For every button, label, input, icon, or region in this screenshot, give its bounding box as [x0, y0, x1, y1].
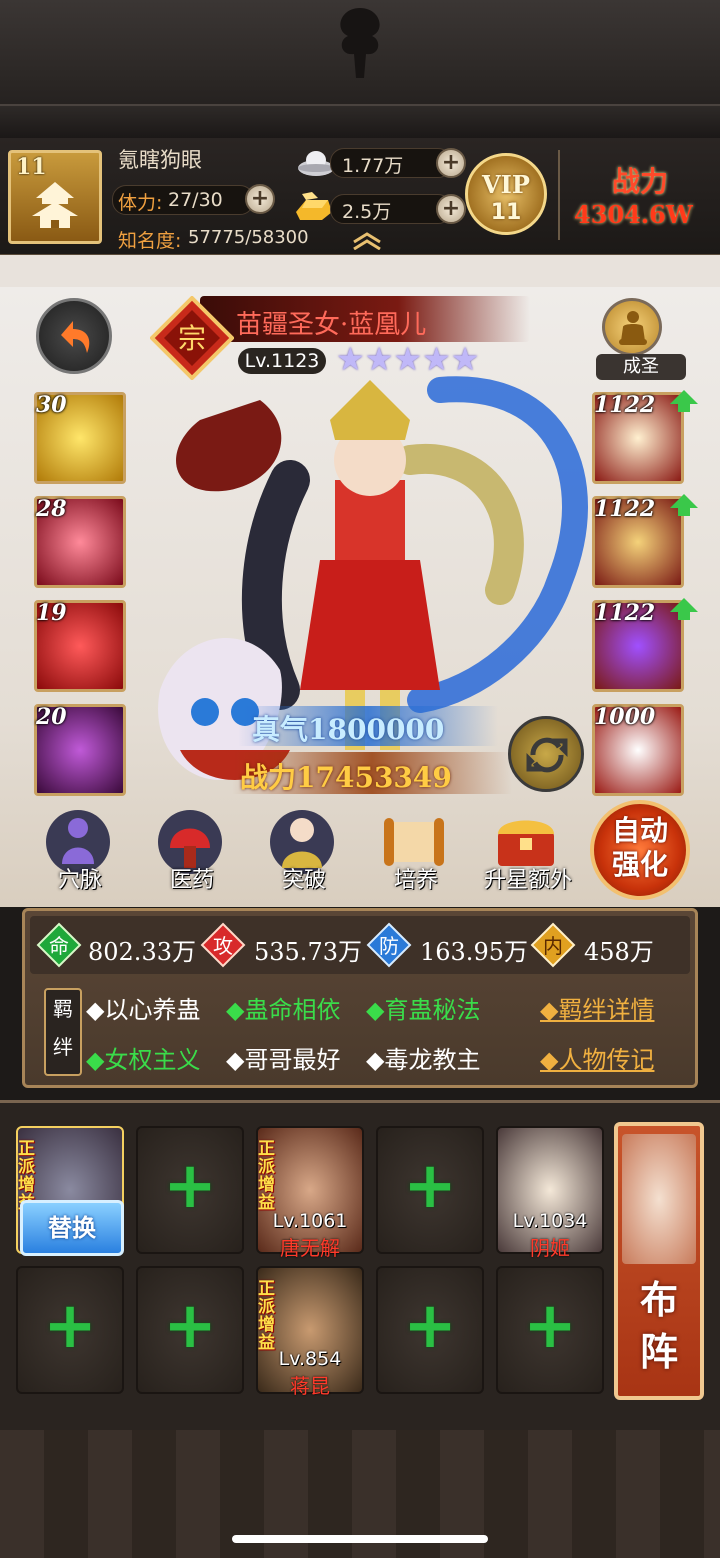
refresh-icon — [526, 737, 568, 773]
silver-amount: 1.77万 — [342, 155, 404, 177]
bond-item: ◆哥哥最好 — [226, 1046, 341, 1074]
breakthrough-label: 突破 — [281, 868, 326, 893]
header-gap — [0, 255, 720, 287]
home-indicator[interactable] — [232, 1535, 488, 1543]
bond-item-active: ◆育蛊秘法 — [366, 996, 481, 1024]
bond-detail-link[interactable]: ◆羁绊详情 — [540, 990, 654, 1025]
defense-stat-value: 163.95万 — [420, 938, 528, 966]
skill-4-level: 20 — [36, 704, 67, 730]
svg-text:宗: 宗 — [178, 322, 206, 355]
formation-label-1: 布 — [639, 1277, 678, 1322]
bond-item: ◆以心养蛊 — [86, 996, 201, 1024]
formation-label: 布 阵 — [620, 1274, 698, 1378]
upgrade-arrow-icon — [670, 390, 698, 412]
biography-link[interactable]: ◆人物传记 — [540, 1040, 654, 1075]
cultivate-label: 培养 — [393, 868, 438, 893]
inner-stat-icon: 内 — [530, 922, 576, 968]
svg-text:防: 防 — [379, 934, 399, 958]
combat-label: 战力 — [240, 761, 297, 794]
equip-4-level: 1000 — [594, 704, 656, 730]
qi-label: 真气 — [252, 713, 309, 746]
skill-1-level: 30 — [36, 392, 67, 418]
medicine-label: 医药 — [169, 868, 214, 893]
svg-text:攻: 攻 — [213, 934, 233, 958]
player-name: 氪瞎狗眼 — [118, 148, 202, 172]
bond-item-active: ◆蛊命相依 — [226, 996, 341, 1024]
add-hero-icon: + — [163, 1149, 217, 1223]
combat-value: 17453349 — [296, 761, 452, 794]
back-arrow-icon — [61, 321, 90, 353]
roof-beam — [0, 104, 720, 140]
bond-item: ◆毒龙教主 — [366, 1046, 481, 1074]
hero-name-label: 蒋昆 — [290, 1374, 330, 1398]
hero-name-label: 阴姬 — [530, 1236, 570, 1260]
auto-enhance-label: 自动 强化 — [602, 814, 678, 882]
stamina-add-button[interactable]: + — [245, 184, 275, 214]
roof-ornament-icon — [340, 8, 380, 78]
hero-name-label: 唐无解 — [280, 1236, 340, 1260]
pagoda-icon — [32, 182, 78, 228]
equip-2-level: 1122 — [594, 496, 656, 522]
star-up-extra-label: 升星额外 — [483, 868, 572, 893]
equip-3-level: 1122 — [594, 600, 656, 626]
add-hero-icon: + — [163, 1289, 217, 1363]
hero-name: 苗疆圣女·蓝凰儿 — [236, 310, 427, 340]
gold-add-button[interactable]: + — [436, 194, 466, 224]
header-divider — [558, 150, 560, 240]
auto-enhance-line1: 自动 — [611, 814, 668, 847]
skill-2-level: 28 — [36, 496, 67, 522]
switch-hero-button[interactable] — [508, 716, 584, 792]
skill-3-level: 19 — [36, 600, 67, 626]
vip-level: 11 — [490, 200, 522, 225]
svg-text:内: 内 — [543, 934, 563, 958]
add-hero-icon: + — [43, 1289, 97, 1363]
bond-tag: 羁绊 — [44, 988, 82, 1076]
bond-item-active: ◆女权主义 — [86, 1046, 201, 1074]
qi-value: 1800000 — [308, 713, 445, 746]
total-power-value: 4304.6W — [574, 200, 693, 229]
saint-icon[interactable] — [602, 298, 662, 356]
hp-stat-value: 802.33万 — [88, 938, 196, 966]
equip-1-level: 1122 — [594, 392, 656, 418]
righteous-buff-badge: 正派增益 — [258, 1139, 275, 1213]
expand-arrow-icon[interactable] — [350, 232, 384, 250]
hero-level-label: Lv.1061 — [272, 1210, 348, 1232]
upgrade-arrow-icon — [670, 494, 698, 516]
meditating-figure-icon — [619, 311, 647, 345]
add-hero-icon: + — [403, 1149, 457, 1223]
qi-display: 真气1800000 — [252, 708, 444, 748]
avatar-level: 11 — [16, 154, 47, 180]
auto-enhance-line2: 强化 — [611, 848, 668, 881]
silver-add-button[interactable]: + — [436, 148, 466, 178]
formation-label-2: 阵 — [639, 1329, 678, 1374]
saint-label: 成圣 — [596, 354, 686, 380]
inner-stat-value: 458万 — [584, 938, 654, 966]
back-button[interactable] — [36, 298, 112, 374]
attack-stat-icon: 攻 — [200, 922, 246, 968]
fame-label: 知名度: — [118, 230, 182, 252]
hero-level-label: Lv.854 — [278, 1348, 342, 1370]
stamina-label: 体力: — [118, 192, 163, 214]
combat-display: 战力17453349 — [240, 756, 452, 796]
add-hero-icon: + — [403, 1289, 457, 1363]
svg-text:命: 命 — [49, 934, 69, 958]
add-hero-icon: + — [523, 1289, 577, 1363]
formation-portrait — [622, 1134, 696, 1264]
hero-level-label: Lv.1034 — [512, 1210, 588, 1232]
hp-stat-icon: 命 — [36, 922, 82, 968]
fame-value: 57775/58300 — [188, 227, 309, 248]
meridian-label: 穴脉 — [57, 868, 102, 893]
defense-stat-icon: 防 — [366, 922, 412, 968]
vip-label: VIP — [482, 170, 530, 199]
total-power-label: 战力 — [612, 165, 669, 198]
attack-stat-value: 535.73万 — [254, 938, 362, 966]
gold-amount: 2.5万 — [342, 201, 392, 223]
replace-button[interactable]: 替换 — [20, 1200, 124, 1256]
upgrade-arrow-icon — [670, 598, 698, 620]
stamina-value: 27/30 — [168, 189, 223, 211]
righteous-buff-badge: 正派增益 — [258, 1279, 275, 1353]
